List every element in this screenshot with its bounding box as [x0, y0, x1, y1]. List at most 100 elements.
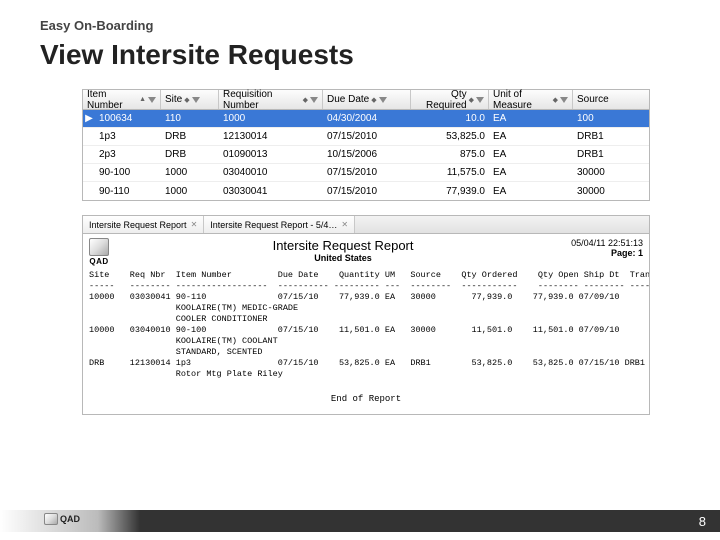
table-row[interactable]: 2p3 DRB 01090013 10/15/2006 875.0 EA DRB…	[83, 146, 649, 164]
cell-item: 2p3	[95, 149, 161, 160]
sort-icon[interactable]: ◆	[303, 96, 308, 104]
cell-src: DRB1	[573, 131, 643, 142]
report-tabs: Intersite Request Report ✕ Intersite Req…	[83, 216, 649, 234]
cell-item: 100634	[95, 113, 161, 124]
cell-site: 1000	[161, 167, 219, 178]
cell-qty: 53,825.0	[411, 131, 489, 142]
report-line: Rotor Mtg Plate Riley	[89, 369, 283, 379]
page-number: 8	[699, 514, 706, 529]
report-line: DRB 12130014 1p3 07/15/10 53,825.0 EA DR…	[89, 358, 649, 368]
cell-uom: EA	[489, 167, 573, 178]
footer-gradient: QAD	[0, 510, 140, 532]
report-panel: Intersite Request Report ✕ Intersite Req…	[82, 215, 650, 415]
cell-due: 07/15/2010	[323, 131, 411, 142]
sort-icon[interactable]: ◆	[469, 96, 474, 104]
slide-footer: QAD 8	[0, 510, 720, 532]
tab-label: Intersite Request Report - 5/4…	[210, 220, 337, 230]
filter-icon[interactable]	[476, 97, 484, 103]
col-site[interactable]: Site ◆	[161, 90, 219, 109]
filter-icon[interactable]	[192, 97, 200, 103]
intersite-grid: Item Number ▲ Site ◆ Requisition Number …	[82, 89, 650, 201]
table-row[interactable]: 1p3 DRB 12130014 07/15/2010 53,825.0 EA …	[83, 128, 649, 146]
grid-body: ▶ 100634 110 1000 04/30/2004 10.0 EA 100…	[83, 110, 649, 200]
col-source[interactable]: Source	[573, 90, 643, 109]
sort-asc-icon[interactable]: ▲	[139, 96, 146, 103]
report-subtitle: United States	[115, 253, 571, 263]
cell-due: 07/15/2010	[323, 167, 411, 178]
cell-req: 03040010	[219, 167, 323, 178]
sort-icon[interactable]: ◆	[553, 96, 558, 104]
report-dash-line: ----- -------- ------------------ ------…	[89, 281, 649, 291]
cell-item: 90-110	[95, 186, 161, 197]
row-caret-icon: ▶	[83, 113, 95, 124]
report-end: End of Report	[83, 386, 649, 414]
cell-req: 03030041	[219, 186, 323, 197]
sort-icon[interactable]: ◆	[371, 96, 376, 104]
footer-logo: QAD	[44, 513, 80, 525]
qad-logo: QAD	[89, 238, 109, 266]
report-page-label: Page: 1	[571, 248, 643, 258]
cell-req: 01090013	[219, 149, 323, 160]
col-label: Item Number	[87, 89, 137, 111]
col-label: Site	[165, 94, 182, 105]
report-line: 10000 03030041 90-110 07/15/10 77,939.0 …	[89, 292, 620, 302]
logo-text: QAD	[60, 514, 80, 524]
report-timestamp: 05/04/11 22:51:13	[571, 238, 643, 248]
report-col-header: Site Req Nbr Item Number Due Date Quanti…	[89, 270, 649, 280]
cell-src: 30000	[573, 186, 643, 197]
col-label: Qty Required	[415, 89, 467, 111]
report-body: Site Req Nbr Item Number Due Date Quanti…	[83, 268, 649, 386]
table-row[interactable]: ▶ 100634 110 1000 04/30/2004 10.0 EA 100	[83, 110, 649, 128]
kicker-text: Easy On-Boarding	[40, 18, 680, 33]
report-line: COOLER CONDITIONER	[89, 314, 268, 324]
report-line: KOOLAIRE(TM) MEDIC-GRADE	[89, 303, 298, 313]
col-label: Source	[577, 94, 609, 105]
cell-qty: 77,939.0	[411, 186, 489, 197]
cell-req: 12130014	[219, 131, 323, 142]
filter-icon[interactable]	[148, 97, 156, 103]
col-label: Unit of Measure	[493, 89, 551, 111]
col-label: Requisition Number	[223, 89, 301, 111]
col-unit-of-measure[interactable]: Unit of Measure ◆	[489, 90, 573, 109]
filter-icon[interactable]	[379, 97, 387, 103]
cell-src: 100	[573, 113, 643, 124]
report-title: Intersite Request Report	[115, 238, 571, 253]
cell-item: 1p3	[95, 131, 161, 142]
filter-icon[interactable]	[310, 97, 318, 103]
col-item-number[interactable]: Item Number ▲	[83, 90, 161, 109]
cell-uom: EA	[489, 113, 573, 124]
page-title: View Intersite Requests	[40, 39, 680, 71]
col-label: Due Date	[327, 94, 369, 105]
cell-qty: 10.0	[411, 113, 489, 124]
cell-uom: EA	[489, 186, 573, 197]
cell-uom: EA	[489, 149, 573, 160]
sort-icon[interactable]: ◆	[184, 96, 189, 104]
table-row[interactable]: 90-110 1000 03030041 07/15/2010 77,939.0…	[83, 182, 649, 200]
cell-req: 1000	[219, 113, 323, 124]
cell-site: DRB	[161, 149, 219, 160]
cell-src: DRB1	[573, 149, 643, 160]
cell-due: 07/15/2010	[323, 186, 411, 197]
logo-icon	[44, 513, 58, 525]
col-due-date[interactable]: Due Date ◆	[323, 90, 411, 109]
cell-item: 90-100	[95, 167, 161, 178]
tab-label: Intersite Request Report	[89, 220, 187, 230]
footer-bar: 8	[140, 510, 720, 532]
filter-icon[interactable]	[560, 97, 568, 103]
cell-due: 10/15/2006	[323, 149, 411, 160]
cell-src: 30000	[573, 167, 643, 178]
col-requisition[interactable]: Requisition Number ◆	[219, 90, 323, 109]
col-qty-required[interactable]: Qty Required ◆	[411, 90, 489, 109]
tab-report-dated[interactable]: Intersite Request Report - 5/4… ✕	[204, 216, 355, 233]
close-icon[interactable]: ✕	[191, 220, 198, 229]
cell-site: DRB	[161, 131, 219, 142]
table-row[interactable]: 90-100 1000 03040010 07/15/2010 11,575.0…	[83, 164, 649, 182]
cell-qty: 11,575.0	[411, 167, 489, 178]
close-icon[interactable]: ✕	[341, 220, 348, 229]
grid-header-row: Item Number ▲ Site ◆ Requisition Number …	[83, 90, 649, 110]
tab-report[interactable]: Intersite Request Report ✕	[83, 216, 204, 233]
report-header: QAD Intersite Request Report United Stat…	[83, 234, 649, 268]
logo-icon	[89, 238, 109, 256]
cell-site: 110	[161, 113, 219, 124]
cell-uom: EA	[489, 131, 573, 142]
